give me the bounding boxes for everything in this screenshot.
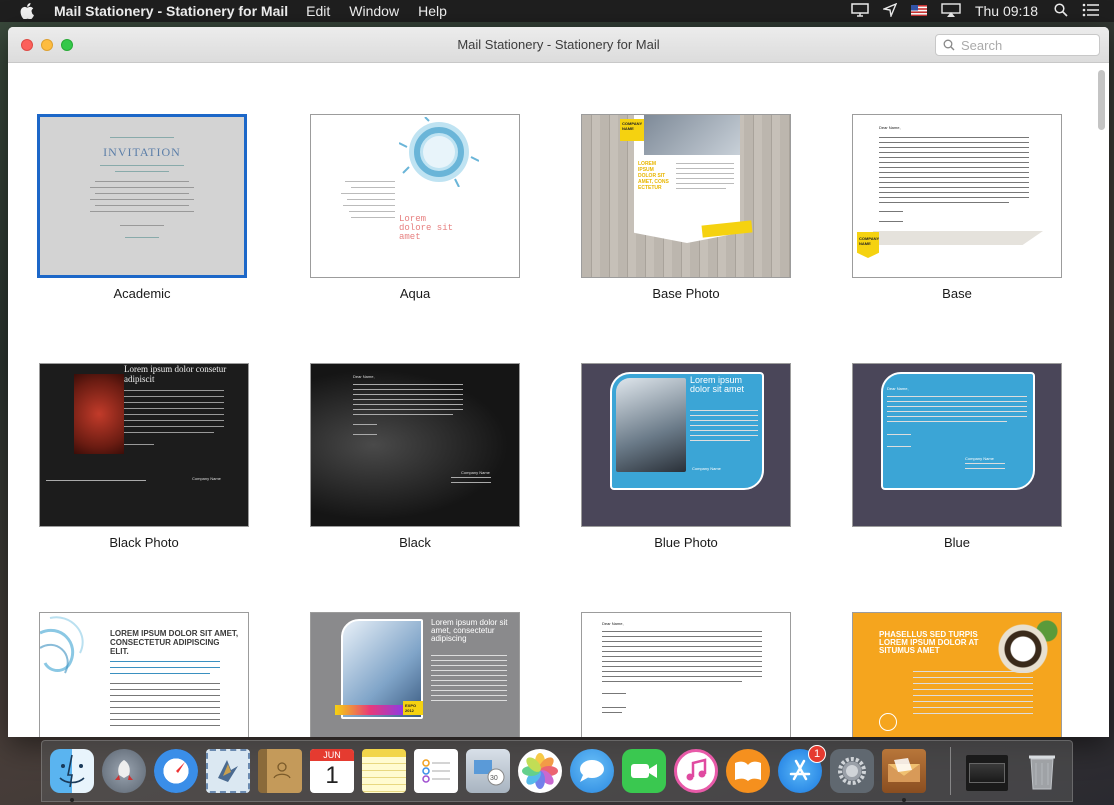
menu-edit[interactable]: Edit [306, 3, 330, 19]
template-label: Base [942, 286, 972, 301]
thumb-company: Company Name [192, 476, 221, 481]
search-field[interactable] [935, 34, 1100, 56]
location-icon[interactable] [881, 2, 898, 20]
menu-app-name[interactable]: Mail Stationery - Stationery for Mail [54, 3, 288, 19]
menu-window[interactable]: Window [349, 3, 399, 19]
svg-text:30: 30 [490, 775, 498, 782]
mail-stationery-icon[interactable] [882, 749, 926, 793]
reminders-icon[interactable] [414, 749, 458, 793]
calendar-icon[interactable]: JUN 1 [310, 749, 354, 793]
template-label: Black Photo [109, 535, 179, 550]
template-grid: INVITATION Academic Lorem dolore sit ame… [8, 64, 1109, 737]
template-thumbnail[interactable]: Dear Name, [581, 612, 791, 737]
airplay-icon[interactable] [941, 2, 961, 20]
ibooks-icon[interactable] [726, 749, 770, 793]
template-thumbnail[interactable]: EXPO 2012 Lorem ipsum dolor sit amet, co… [310, 612, 520, 737]
template-label: Base Photo [652, 286, 720, 301]
thumb-heading: Lorem ipsum dolor sit amet, consectetur … [431, 618, 508, 643]
template-thumbnail[interactable]: INVITATION [37, 114, 247, 278]
menubar-clock[interactable]: Thu 09:18 [975, 3, 1038, 19]
finder-icon[interactable] [50, 749, 94, 793]
menu-bar: Mail Stationery - Stationery for Mail Ed… [0, 0, 1114, 22]
minimized-window-icon[interactable] [966, 755, 1008, 791]
thumb-company: Company Name [461, 470, 490, 475]
thumb-heading: LOREM IPSUM DOLOR SIT AMET, CONSECTETUR … [110, 629, 239, 656]
template-thumbnail[interactable]: Lorem ipsum dolor consetur adipiscit Com… [39, 363, 249, 527]
template-label: Academic [113, 286, 171, 301]
template-label: Aqua [399, 286, 431, 301]
thumb-heading: LOREM IPSUM DOLOR SIT AMET, CONS ECTETUR [638, 161, 669, 191]
notification-center-icon[interactable] [1082, 3, 1100, 20]
thumb-heading: PHASELLUS SED TURPIS LOREM IPSUM DOLOR A… [879, 630, 979, 655]
template-thumbnail[interactable]: COMPANY NAME LOREM IPSUM DOLOR SIT AMET,… [581, 114, 791, 278]
menu-help[interactable]: Help [418, 3, 447, 19]
suit-photo [644, 115, 740, 155]
thumb-expo: EXPO 2012 [403, 701, 423, 715]
template-label: Black [399, 535, 431, 550]
template-thumbnail[interactable]: PHASELLUS SED TURPIS LOREM IPSUM DOLOR A… [852, 612, 1062, 737]
template-thumbnail[interactable]: Dear Name, Company Name [852, 363, 1062, 527]
thumb-greeting: Dear Name, [879, 125, 901, 130]
thumb-greeting: Dear Name, [602, 621, 624, 626]
app-store-badge: 1 [808, 745, 826, 763]
launchpad-icon[interactable] [102, 749, 146, 793]
safari-icon[interactable] [154, 749, 198, 793]
title-bar[interactable]: Mail Stationery - Stationery for Mail [8, 27, 1109, 63]
template-label: Blue [943, 535, 971, 550]
app-store-icon[interactable]: 1 [778, 745, 826, 793]
thumb-heading: Lorem ipsum dolor sit amet [690, 375, 745, 394]
display-icon[interactable] [851, 2, 869, 20]
vertical-scrollbar[interactable] [1098, 70, 1105, 130]
template-label: Blue Photo [654, 535, 718, 550]
water-splash-image [399, 117, 479, 187]
template-thumbnail[interactable]: LOREM IPSUM DOLOR SIT AMET, CONSECTETUR … [39, 612, 249, 737]
system-preferences-icon[interactable] [830, 749, 874, 793]
mail-icon[interactable] [206, 749, 250, 793]
lotus-pod-photo [74, 374, 124, 454]
smoke-swirl-image [40, 616, 84, 674]
thumb-greeting: Dear Name, [887, 386, 909, 391]
skyline-photo [616, 378, 686, 472]
thumb-greeting: Dear Name, [353, 374, 375, 379]
thumb-company: Company Name [965, 456, 994, 461]
thumb-title: INVITATION [103, 145, 181, 159]
template-thumbnail[interactable]: Lorem ipsum dolor sit amet Company Name [581, 363, 791, 527]
dock: JUN 1 30 1 [41, 740, 1073, 802]
app-window: Mail Stationery - Stationery for Mail IN… [8, 27, 1109, 737]
dock-separator [950, 747, 951, 795]
photos-icon[interactable] [518, 749, 562, 793]
coffee-cup-image [983, 613, 1061, 673]
thumb-heading: Lorem ipsum dolor consetur adipiscit [124, 364, 227, 384]
template-thumbnail[interactable]: Dear Name, Company Name [310, 363, 520, 527]
us-flag-icon[interactable] [910, 3, 927, 19]
template-thumbnail[interactable]: Dear Name, COMPANY NAME [852, 114, 1062, 278]
search-icon [943, 39, 955, 51]
contacts-icon[interactable] [258, 749, 302, 793]
calendar-day: 1 [325, 762, 339, 789]
trash-icon[interactable] [1020, 749, 1064, 793]
photo-booth-icon[interactable]: 30 [466, 749, 510, 793]
finder-running-indicator [70, 798, 74, 802]
mail-stationery-running-indicator [902, 798, 906, 802]
itunes-icon[interactable] [674, 749, 718, 793]
calendar-month: JUN [310, 749, 354, 761]
search-input[interactable] [961, 37, 1091, 53]
notes-icon[interactable] [362, 749, 406, 793]
apple-icon[interactable] [20, 3, 38, 19]
template-thumbnail[interactable]: Lorem dolore sit amet [310, 114, 520, 278]
facetime-icon[interactable] [622, 749, 666, 793]
thumb-heading: Lorem dolore sit amet [399, 214, 454, 242]
thumb-badge: COMPANY NAME [857, 232, 879, 258]
spotlight-icon[interactable] [1054, 2, 1068, 20]
thumb-badge: COMPANY NAME [620, 119, 644, 141]
messages-icon[interactable] [570, 749, 614, 793]
thumb-company: Company Name [692, 466, 721, 471]
